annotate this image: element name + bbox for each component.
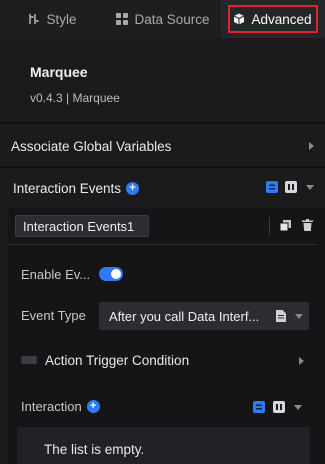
tab-advanced-label: Advanced <box>251 11 312 27</box>
event-type-label: Event Type <box>21 308 86 323</box>
divider <box>0 166 325 168</box>
divider <box>0 122 325 124</box>
global-variables-row[interactable]: Associate Global Variables <box>0 128 325 164</box>
tab-advanced[interactable]: Advanced <box>221 0 325 38</box>
interaction-events-label: Interaction Events <box>13 180 122 196</box>
interaction-event-panel: Interaction Events1 Enable Ev... Event T… <box>8 207 325 464</box>
tab-data-source[interactable]: Data Source <box>105 0 221 38</box>
config-tabs: Style Data Source Advanced <box>0 0 325 38</box>
separator <box>269 217 270 235</box>
expand-all-icon[interactable] <box>273 401 285 413</box>
separator <box>8 244 318 245</box>
interaction-list: The list is empty. <box>17 427 310 464</box>
interaction-label: Interaction <box>21 399 82 414</box>
component-header: Marquee v0.4.3 | Marquee <box>0 38 325 122</box>
tab-style[interactable]: Style <box>0 0 105 38</box>
add-interaction-icon[interactable]: + <box>86 400 100 413</box>
data-source-icon <box>116 13 129 25</box>
toggle-knob <box>111 269 121 279</box>
chevron-down-icon[interactable] <box>306 185 314 190</box>
event-type-value: After you call Data Interf... <box>109 308 260 324</box>
event-type-select[interactable]: After you call Data Interf... <box>99 302 309 330</box>
trash-icon[interactable] <box>302 219 313 231</box>
enable-event-toggle[interactable] <box>99 267 123 281</box>
component-title: Marquee <box>30 64 88 80</box>
collapse-all-icon[interactable] <box>253 401 265 413</box>
action-trigger-label[interactable]: Action Trigger Condition <box>45 353 189 368</box>
component-version: v0.4.3 | Marquee <box>30 91 120 105</box>
chevron-right-icon[interactable] <box>299 357 304 365</box>
enable-event-label: Enable Ev... <box>21 267 91 282</box>
event-name-field[interactable]: Interaction Events1 <box>15 215 149 237</box>
empty-list-text: The list is empty. <box>44 442 145 457</box>
chevron-right-icon <box>309 142 314 150</box>
global-variables-label: Associate Global Variables <box>11 138 172 154</box>
tab-style-label: Style <box>46 11 77 27</box>
collapse-all-icon[interactable] <box>266 181 278 193</box>
document-icon <box>276 310 286 322</box>
cube-icon <box>234 13 245 25</box>
tab-advanced-highlight: Advanced <box>228 5 318 33</box>
expand-all-icon[interactable] <box>285 181 297 193</box>
copy-icon[interactable] <box>280 220 291 231</box>
interaction-header: Interaction + <box>21 399 100 414</box>
add-event-icon[interactable]: + <box>126 181 140 195</box>
chevron-down-icon <box>295 314 303 319</box>
chevron-down-icon[interactable] <box>294 405 302 410</box>
action-trigger-toggle[interactable] <box>21 356 37 364</box>
tab-data-source-label: Data Source <box>134 11 210 27</box>
style-icon <box>29 14 39 24</box>
